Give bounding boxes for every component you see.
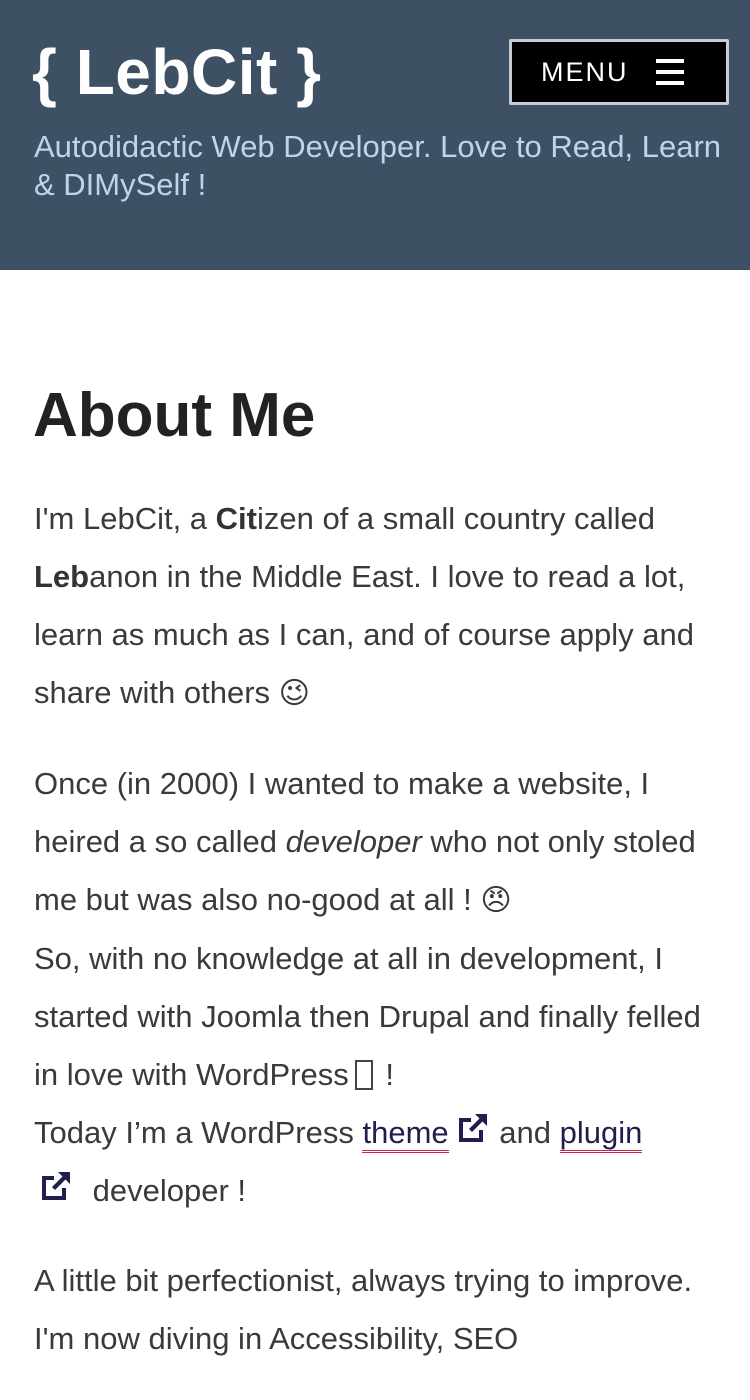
paragraph-intro: I'm LebCit, a Citizen of a small country… <box>34 490 724 723</box>
text: ! <box>376 1057 394 1092</box>
site-tagline: Autodidactic Web Developer. Love to Read… <box>34 129 722 202</box>
entry-content: I'm LebCit, a Citizen of a small country… <box>34 490 724 1400</box>
menu-label: MENU <box>541 56 629 87</box>
italic-text: developer <box>285 824 422 859</box>
site-header: { LebCit } Autodidactic Web Developer. L… <box>0 0 750 270</box>
text: anon in the Middle East. I love to read … <box>34 559 695 710</box>
theme-link[interactable]: theme <box>362 1115 449 1153</box>
external-link-icon[interactable] <box>38 1168 74 1204</box>
external-link-icon[interactable] <box>455 1110 491 1146</box>
text: Today I’m a WordPress <box>34 1115 363 1150</box>
angry-emoji-icon: 😠 <box>480 883 512 918</box>
text: izen of a small country called <box>256 501 656 536</box>
text: developer ! <box>84 1173 246 1208</box>
paragraph-story: Once (in 2000) I wanted to make a websit… <box>34 755 724 1220</box>
page-title: About Me <box>33 381 316 450</box>
menu-toggle-button[interactable]: MENU <box>509 39 729 105</box>
hamburger-icon <box>655 59 684 85</box>
text: A little bit perfectionist, always tryin… <box>34 1263 693 1356</box>
bold-text: Cit <box>215 501 257 536</box>
wink-emoji-icon: 😉 <box>278 676 310 711</box>
bold-text: Leb <box>34 559 90 594</box>
paragraph-perfectionist: A little bit perfectionist, always tryin… <box>34 1252 724 1368</box>
plugin-link[interactable]: plugin <box>559 1115 643 1153</box>
site-title-link[interactable]: { LebCit } <box>32 34 321 110</box>
missing-glyph-icon <box>354 1060 373 1090</box>
text: and <box>490 1115 560 1150</box>
text: I'm LebCit, a <box>34 501 216 536</box>
